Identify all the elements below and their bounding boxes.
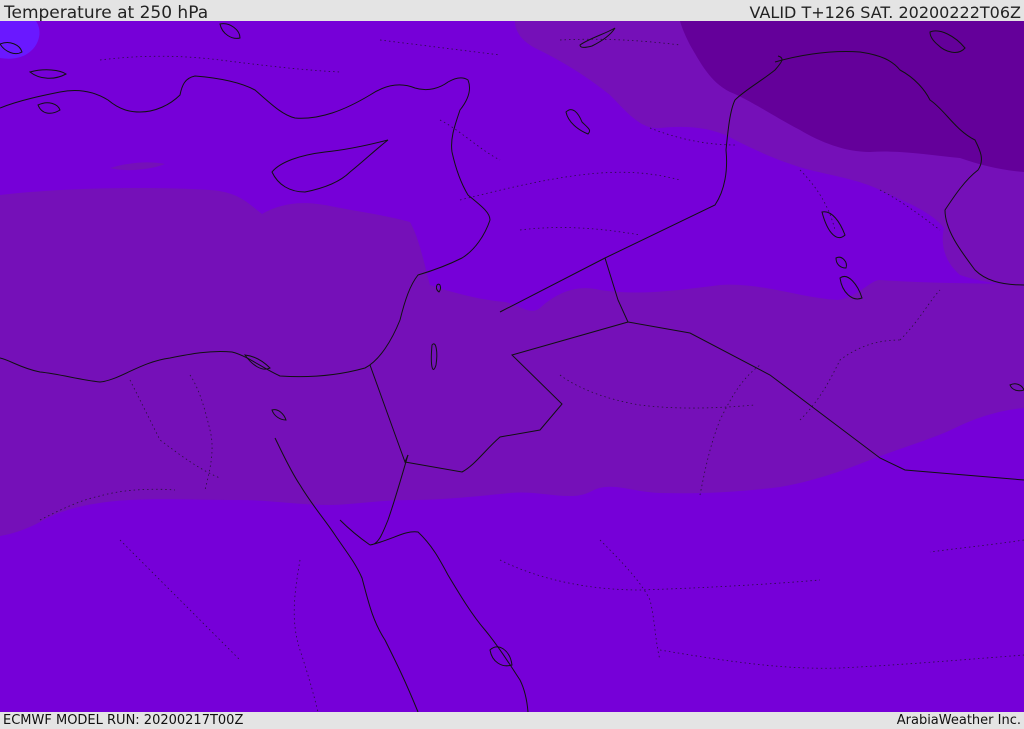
header-bar: Temperature at 250 hPa VALID T+126 SAT. … [0,0,1024,23]
valid-time-label: VALID T+126 SAT. 20200222T06Z [749,3,1021,22]
credit-label: ArabiaWeather Inc. [896,713,1021,728]
map-title: Temperature at 250 hPa [4,3,209,23]
weather-map[interactable] [0,21,1024,712]
footer-bar: ECMWF MODEL RUN: 20200217T00Z ArabiaWeat… [0,712,1024,729]
model-run-label: ECMWF MODEL RUN: 20200217T00Z [3,713,244,728]
